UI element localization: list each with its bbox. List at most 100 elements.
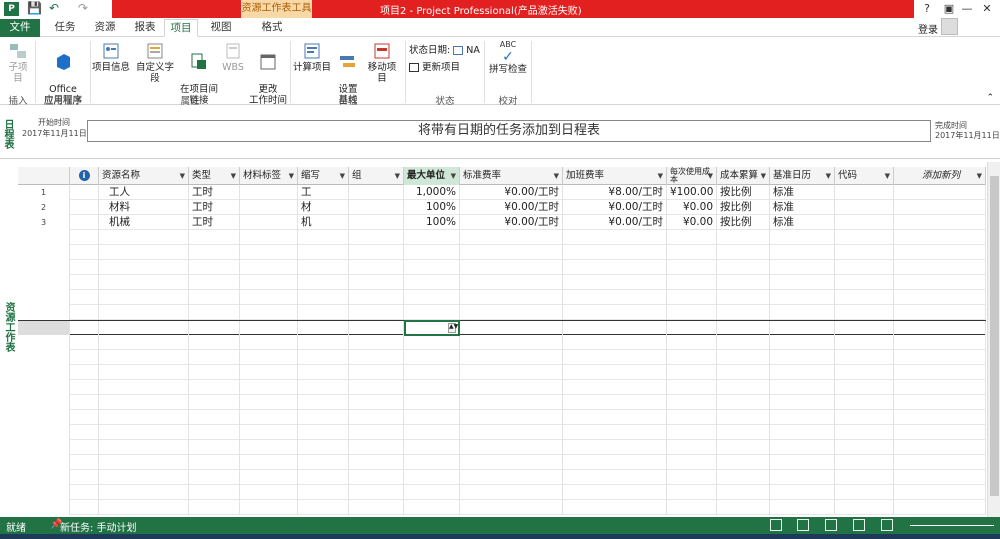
table-cell[interactable] — [717, 410, 770, 425]
table-cell[interactable] — [717, 455, 770, 470]
table-cell[interactable] — [667, 260, 717, 275]
table-cell[interactable]: 机 — [298, 215, 349, 230]
table-cell[interactable] — [460, 395, 563, 410]
table-cell[interactable] — [70, 275, 99, 290]
table-cell[interactable] — [835, 410, 894, 425]
table-cell[interactable] — [667, 485, 717, 500]
table-cell[interactable]: ¥0.00 — [667, 200, 717, 215]
table-cell[interactable] — [240, 365, 298, 380]
table-cell[interactable] — [667, 410, 717, 425]
table-cell[interactable] — [189, 290, 240, 305]
table-cell[interactable] — [667, 425, 717, 440]
table-cell[interactable] — [70, 290, 99, 305]
table-cell[interactable] — [99, 275, 189, 290]
table-cell[interactable] — [460, 350, 563, 365]
table-row[interactable] — [18, 320, 986, 336]
table-cell[interactable] — [298, 455, 349, 470]
table-cell[interactable] — [349, 275, 404, 290]
table-row[interactable] — [18, 245, 986, 260]
dropdown-arrow-icon[interactable]: ▼ — [885, 167, 890, 185]
table-cell[interactable]: 标准 — [770, 185, 835, 200]
table-cell[interactable] — [667, 290, 717, 305]
row-number[interactable] — [18, 365, 70, 380]
column-header-group[interactable]: 组 ▼ — [349, 167, 404, 185]
indicators-header[interactable]: i — [70, 167, 99, 185]
row-number[interactable] — [18, 260, 70, 275]
table-cell[interactable] — [70, 470, 99, 485]
table-cell[interactable] — [189, 395, 240, 410]
minimize-button[interactable]: — — [956, 0, 978, 18]
table-cell[interactable] — [770, 245, 835, 260]
table-cell[interactable] — [99, 425, 189, 440]
table-cell[interactable] — [349, 440, 404, 455]
scrollbar-thumb[interactable] — [990, 176, 999, 496]
table-cell[interactable] — [717, 380, 770, 395]
spinner-icon[interactable]: ▲▼ — [448, 323, 458, 333]
table-cell[interactable] — [563, 335, 667, 350]
table-cell[interactable] — [349, 200, 404, 215]
table-cell[interactable] — [770, 410, 835, 425]
table-cell[interactable] — [563, 380, 667, 395]
table-row[interactable] — [18, 230, 986, 245]
table-cell[interactable] — [70, 245, 99, 260]
table-cell[interactable] — [667, 275, 717, 290]
table-cell[interactable] — [894, 275, 986, 290]
table-cell[interactable]: 工时 — [189, 215, 240, 230]
table-cell[interactable] — [99, 290, 189, 305]
table-cell[interactable] — [835, 305, 894, 320]
table-cell[interactable] — [240, 305, 298, 320]
table-cell[interactable] — [99, 485, 189, 500]
table-cell[interactable] — [99, 350, 189, 365]
tab-format[interactable]: 格式 — [250, 19, 294, 37]
table-cell[interactable] — [240, 350, 298, 365]
table-cell[interactable] — [894, 230, 986, 245]
table-cell[interactable] — [70, 500, 99, 515]
column-header-cost-per-use[interactable]: 每次使用成本 ▼ — [667, 167, 717, 185]
table-cell[interactable] — [667, 230, 717, 245]
table-cell[interactable] — [717, 230, 770, 245]
table-cell[interactable] — [240, 380, 298, 395]
tab-view[interactable]: 视图 — [204, 19, 238, 37]
table-cell[interactable] — [70, 335, 99, 350]
table-cell[interactable]: 材料 — [99, 200, 189, 215]
table-cell[interactable] — [70, 230, 99, 245]
table-cell[interactable] — [563, 260, 667, 275]
table-cell[interactable] — [404, 455, 460, 470]
table-cell[interactable]: 按比例 — [717, 185, 770, 200]
table-cell[interactable] — [460, 485, 563, 500]
table-cell[interactable]: ¥0.00/工时 — [563, 200, 667, 215]
table-cell[interactable] — [667, 455, 717, 470]
row-number[interactable] — [18, 290, 70, 305]
tab-report[interactable]: 报表 — [128, 19, 162, 37]
table-cell[interactable] — [894, 290, 986, 305]
table-cell[interactable] — [835, 321, 894, 336]
table-cell[interactable] — [563, 245, 667, 260]
table-cell[interactable] — [240, 245, 298, 260]
table-cell[interactable] — [835, 185, 894, 200]
table-cell[interactable] — [460, 470, 563, 485]
timeline-bar[interactable]: 将带有日期的任务添加到日程表 — [87, 120, 931, 142]
table-cell[interactable] — [563, 470, 667, 485]
table-cell[interactable] — [563, 290, 667, 305]
table-cell[interactable]: 100% — [404, 200, 460, 215]
table-cell[interactable]: 工时 — [189, 185, 240, 200]
table-row[interactable] — [18, 350, 986, 365]
table-cell[interactable] — [298, 321, 349, 336]
dropdown-arrow-icon[interactable]: ▼ — [289, 167, 294, 185]
table-cell[interactable] — [835, 455, 894, 470]
table-cell[interactable] — [349, 410, 404, 425]
table-cell[interactable] — [240, 395, 298, 410]
table-cell[interactable] — [298, 245, 349, 260]
table-cell[interactable] — [349, 485, 404, 500]
table-cell[interactable] — [70, 260, 99, 275]
custom-fields-button[interactable]: 自定义字段 — [132, 41, 178, 84]
table-cell[interactable] — [770, 470, 835, 485]
table-cell[interactable] — [460, 275, 563, 290]
gantt-view-icon[interactable] — [770, 519, 782, 531]
table-cell[interactable] — [70, 395, 99, 410]
column-header-type[interactable]: 类型 ▼ — [189, 167, 240, 185]
table-row[interactable]: 2 材料 工时材 100% ¥0.00/工时 ¥0.00/工时 ¥0.00 按比例 标准 — [18, 200, 986, 215]
table-cell[interactable] — [404, 245, 460, 260]
task-usage-view-icon[interactable] — [797, 519, 809, 531]
table-cell[interactable] — [349, 290, 404, 305]
